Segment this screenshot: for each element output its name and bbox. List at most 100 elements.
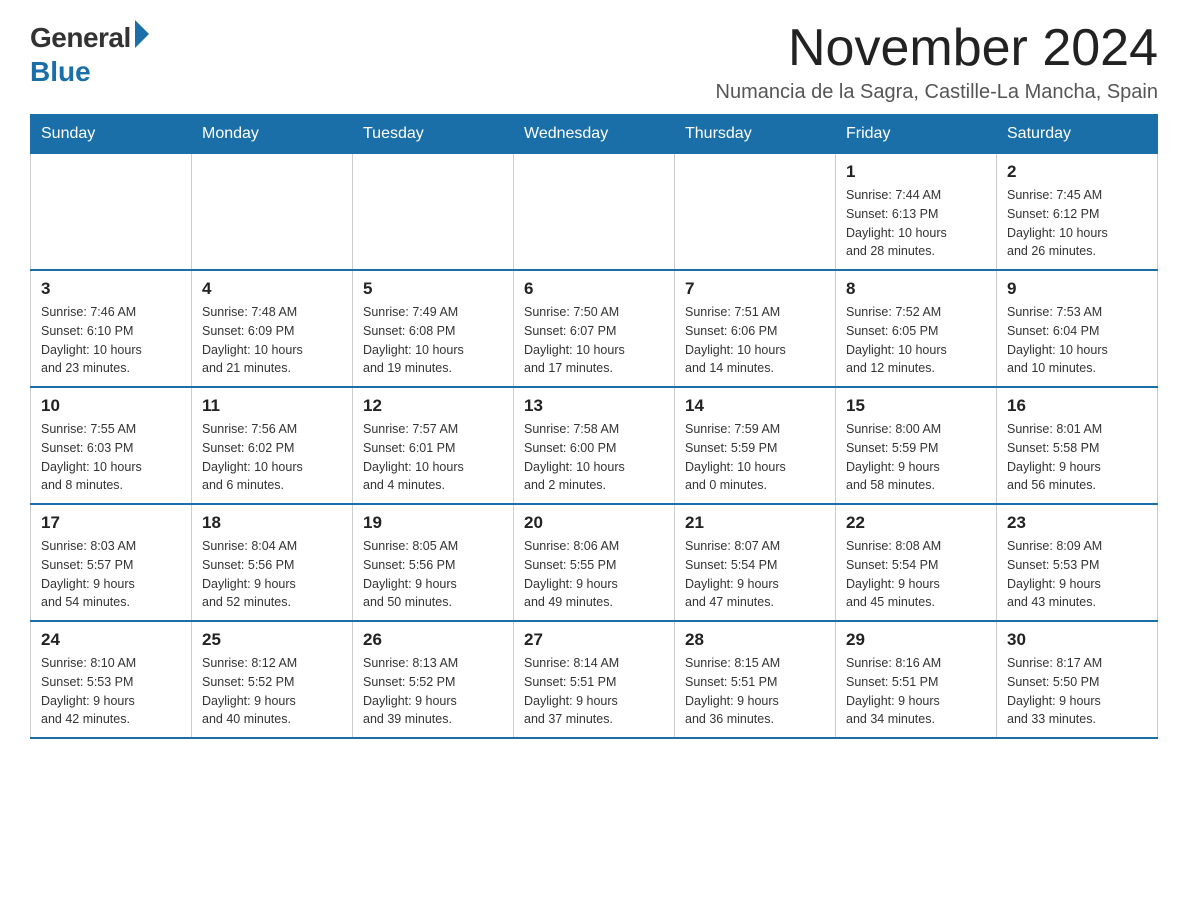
- day-number: 7: [685, 279, 825, 299]
- calendar-week-row: 3 Sunrise: 7:46 AM Sunset: 6:10 PM Daylig…: [31, 270, 1158, 387]
- day-info: Sunrise: 8:10 AM Sunset: 5:53 PM Dayligh…: [41, 654, 181, 729]
- table-row: 8 Sunrise: 7:52 AM Sunset: 6:05 PM Daylig…: [836, 270, 997, 387]
- day-info: Sunrise: 7:46 AM Sunset: 6:10 PM Dayligh…: [41, 303, 181, 378]
- day-number: 2: [1007, 162, 1147, 182]
- table-row: 14Sunrise: 7:59 AM Sunset: 5:59 PM Dayli…: [675, 387, 836, 504]
- table-row: 23 Sunrise: 8:09 AM Sunset: 5:53 PM Dayli…: [997, 504, 1158, 621]
- subtitle: Numancia de la Sagra, Castille-La Mancha…: [716, 81, 1158, 104]
- logo-triangle-icon: [135, 20, 149, 48]
- day-info: Sunrise: 7:52 AM Sunset: 6:05 PM Dayligh…: [846, 303, 986, 378]
- table-row: 19 Sunrise: 8:05 AM Sunset: 5:56 PM Dayli…: [353, 504, 514, 621]
- table-row: 13 Sunrise: 7:58 AM Sunset: 6:00 PM Dayli…: [514, 387, 675, 504]
- table-row: 18 Sunrise: 8:04 AM Sunset: 5:56 PM Dayli…: [192, 504, 353, 621]
- day-number: 30: [1007, 630, 1147, 650]
- calendar-week-row: 10Sunrise: 7:55 AM Sunset: 6:03 PM Dayli…: [31, 387, 1158, 504]
- table-row: 9 Sunrise: 7:53 AM Sunset: 6:04 PM Daylig…: [997, 270, 1158, 387]
- header-saturday: Saturday: [997, 115, 1158, 154]
- table-row: 7 Sunrise: 7:51 AM Sunset: 6:06 PM Daylig…: [675, 270, 836, 387]
- table-row: 22Sunrise: 8:08 AM Sunset: 5:54 PM Dayli…: [836, 504, 997, 621]
- day-info: Sunrise: 8:13 AM Sunset: 5:52 PM Dayligh…: [363, 654, 503, 729]
- day-number: 20: [524, 513, 664, 533]
- day-info: Sunrise: 8:06 AM Sunset: 5:55 PM Dayligh…: [524, 537, 664, 612]
- table-row: [192, 154, 353, 271]
- header-sunday: Sunday: [31, 115, 192, 154]
- day-info: Sunrise: 8:05 AM Sunset: 5:56 PM Dayligh…: [363, 537, 503, 612]
- calendar-body: 1Sunrise: 7:44 AM Sunset: 6:13 PM Daylig…: [31, 154, 1158, 739]
- day-number: 28: [685, 630, 825, 650]
- day-number: 26: [363, 630, 503, 650]
- day-info: Sunrise: 7:56 AM Sunset: 6:02 PM Dayligh…: [202, 420, 342, 495]
- calendar-week-row: 17 Sunrise: 8:03 AM Sunset: 5:57 PM Dayli…: [31, 504, 1158, 621]
- day-info: Sunrise: 8:07 AM Sunset: 5:54 PM Dayligh…: [685, 537, 825, 612]
- main-title: November 2024: [716, 20, 1158, 77]
- day-info: Sunrise: 8:03 AM Sunset: 5:57 PM Dayligh…: [41, 537, 181, 612]
- day-info: Sunrise: 8:04 AM Sunset: 5:56 PM Dayligh…: [202, 537, 342, 612]
- day-number: 29: [846, 630, 986, 650]
- table-row: 3 Sunrise: 7:46 AM Sunset: 6:10 PM Daylig…: [31, 270, 192, 387]
- day-info: Sunrise: 8:00 AM Sunset: 5:59 PM Dayligh…: [846, 420, 986, 495]
- day-info: Sunrise: 7:51 AM Sunset: 6:06 PM Dayligh…: [685, 303, 825, 378]
- day-number: 10: [41, 396, 181, 416]
- day-info: Sunrise: 7:58 AM Sunset: 6:00 PM Dayligh…: [524, 420, 664, 495]
- table-row: 25 Sunrise: 8:12 AM Sunset: 5:52 PM Dayli…: [192, 621, 353, 738]
- table-row: 6Sunrise: 7:50 AM Sunset: 6:07 PM Daylig…: [514, 270, 675, 387]
- logo-general-text: General: [30, 22, 131, 54]
- day-number: 18: [202, 513, 342, 533]
- table-row: [675, 154, 836, 271]
- table-row: 26 Sunrise: 8:13 AM Sunset: 5:52 PM Dayli…: [353, 621, 514, 738]
- logo-blue-text: Blue: [30, 56, 91, 88]
- day-number: 15: [846, 396, 986, 416]
- day-info: Sunrise: 8:14 AM Sunset: 5:51 PM Dayligh…: [524, 654, 664, 729]
- day-number: 1: [846, 162, 986, 182]
- table-row: 12 Sunrise: 7:57 AM Sunset: 6:01 PM Dayli…: [353, 387, 514, 504]
- day-number: 27: [524, 630, 664, 650]
- day-number: 5: [363, 279, 503, 299]
- page-header: General Blue November 2024 Numancia de l…: [30, 20, 1158, 104]
- header-monday: Monday: [192, 115, 353, 154]
- day-number: 12: [363, 396, 503, 416]
- calendar-header: Sunday Monday Tuesday Wednesday Thursday…: [31, 115, 1158, 154]
- day-number: 11: [202, 396, 342, 416]
- day-number: 17: [41, 513, 181, 533]
- table-row: [353, 154, 514, 271]
- day-info: Sunrise: 8:09 AM Sunset: 5:53 PM Dayligh…: [1007, 537, 1147, 612]
- table-row: 24Sunrise: 8:10 AM Sunset: 5:53 PM Dayli…: [31, 621, 192, 738]
- header-friday: Friday: [836, 115, 997, 154]
- day-number: 25: [202, 630, 342, 650]
- day-number: 13: [524, 396, 664, 416]
- day-number: 9: [1007, 279, 1147, 299]
- table-row: [514, 154, 675, 271]
- day-info: Sunrise: 7:48 AM Sunset: 6:09 PM Dayligh…: [202, 303, 342, 378]
- day-number: 8: [846, 279, 986, 299]
- day-info: Sunrise: 7:53 AM Sunset: 6:04 PM Dayligh…: [1007, 303, 1147, 378]
- header-wednesday: Wednesday: [514, 115, 675, 154]
- table-row: 10Sunrise: 7:55 AM Sunset: 6:03 PM Dayli…: [31, 387, 192, 504]
- table-row: 29 Sunrise: 8:16 AM Sunset: 5:51 PM Dayli…: [836, 621, 997, 738]
- day-number: 3: [41, 279, 181, 299]
- calendar-week-row: 24Sunrise: 8:10 AM Sunset: 5:53 PM Dayli…: [31, 621, 1158, 738]
- day-number: 22: [846, 513, 986, 533]
- day-info: Sunrise: 8:17 AM Sunset: 5:50 PM Dayligh…: [1007, 654, 1147, 729]
- table-row: 11 Sunrise: 7:56 AM Sunset: 6:02 PM Dayli…: [192, 387, 353, 504]
- day-number: 21: [685, 513, 825, 533]
- table-row: 30 Sunrise: 8:17 AM Sunset: 5:50 PM Dayli…: [997, 621, 1158, 738]
- day-info: Sunrise: 7:49 AM Sunset: 6:08 PM Dayligh…: [363, 303, 503, 378]
- table-row: 21 Sunrise: 8:07 AM Sunset: 5:54 PM Dayli…: [675, 504, 836, 621]
- header-tuesday: Tuesday: [353, 115, 514, 154]
- calendar-table: Sunday Monday Tuesday Wednesday Thursday…: [30, 114, 1158, 739]
- day-info: Sunrise: 8:12 AM Sunset: 5:52 PM Dayligh…: [202, 654, 342, 729]
- table-row: 5 Sunrise: 7:49 AM Sunset: 6:08 PM Daylig…: [353, 270, 514, 387]
- table-row: 16Sunrise: 8:01 AM Sunset: 5:58 PM Dayli…: [997, 387, 1158, 504]
- calendar-week-row: 1Sunrise: 7:44 AM Sunset: 6:13 PM Daylig…: [31, 154, 1158, 271]
- table-row: 20 Sunrise: 8:06 AM Sunset: 5:55 PM Dayli…: [514, 504, 675, 621]
- day-number: 23: [1007, 513, 1147, 533]
- logo: General Blue: [30, 20, 149, 88]
- day-number: 4: [202, 279, 342, 299]
- day-info: Sunrise: 7:45 AM Sunset: 6:12 PM Dayligh…: [1007, 186, 1147, 261]
- day-info: Sunrise: 7:57 AM Sunset: 6:01 PM Dayligh…: [363, 420, 503, 495]
- header-thursday: Thursday: [675, 115, 836, 154]
- day-info: Sunrise: 8:01 AM Sunset: 5:58 PM Dayligh…: [1007, 420, 1147, 495]
- table-row: 2 Sunrise: 7:45 AM Sunset: 6:12 PM Daylig…: [997, 154, 1158, 271]
- day-number: 19: [363, 513, 503, 533]
- day-info: Sunrise: 8:16 AM Sunset: 5:51 PM Dayligh…: [846, 654, 986, 729]
